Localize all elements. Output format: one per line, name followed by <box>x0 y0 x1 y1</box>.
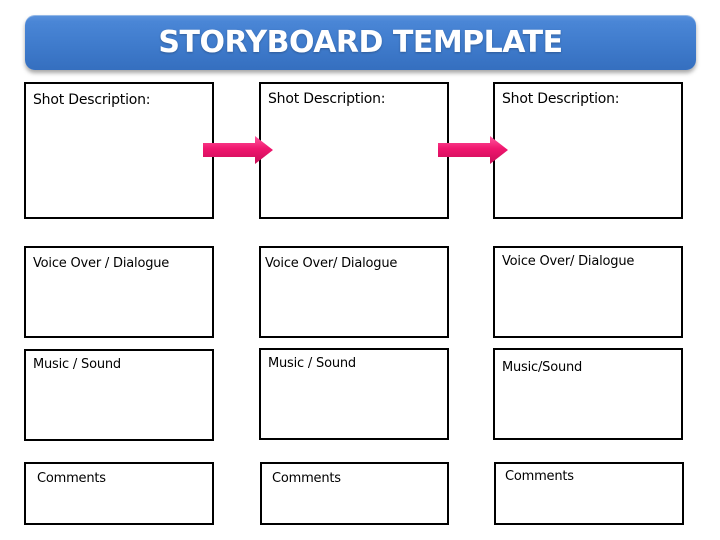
shot-description-label: Shot Description: <box>268 91 386 107</box>
comments-box-3[interactable]: Comments <box>494 462 684 525</box>
music-sound-box-2[interactable]: Music / Sound <box>259 348 449 440</box>
right-arrow-icon <box>203 136 273 164</box>
shot-description-box-3[interactable]: Shot Description: <box>493 82 683 219</box>
shot-description-label: Shot Description: <box>502 91 620 107</box>
music-sound-box-3[interactable]: Music/Sound <box>493 348 683 440</box>
comments-box-1[interactable]: Comments <box>24 462 214 525</box>
music-sound-box-1[interactable]: Music / Sound <box>24 349 214 441</box>
comments-label: Comments <box>505 469 574 484</box>
music-sound-label: Music / Sound <box>33 357 121 372</box>
voice-over-box-1[interactable]: Voice Over / Dialogue <box>24 246 214 338</box>
shot-description-box-1[interactable]: Shot Description: <box>24 82 214 219</box>
shot-description-label: Shot Description: <box>33 92 151 108</box>
voice-over-box-3[interactable]: Voice Over/ Dialogue <box>493 246 683 338</box>
page-title: STORYBOARD TEMPLATE <box>158 25 563 60</box>
music-sound-label: Music/Sound <box>502 360 583 375</box>
comments-box-2[interactable]: Comments <box>260 462 449 525</box>
music-sound-label: Music / Sound <box>268 356 356 371</box>
title-banner: STORYBOARD TEMPLATE <box>25 15 696 70</box>
voice-over-label: Voice Over / Dialogue <box>33 256 170 271</box>
comments-label: Comments <box>37 471 106 486</box>
shot-description-box-2[interactable]: Shot Description: <box>259 82 449 219</box>
voice-over-label: Voice Over/ Dialogue <box>265 256 398 271</box>
voice-over-label: Voice Over/ Dialogue <box>502 254 635 269</box>
right-arrow-icon <box>438 136 508 164</box>
voice-over-box-2[interactable]: Voice Over/ Dialogue <box>259 246 449 338</box>
comments-label: Comments <box>272 471 341 486</box>
